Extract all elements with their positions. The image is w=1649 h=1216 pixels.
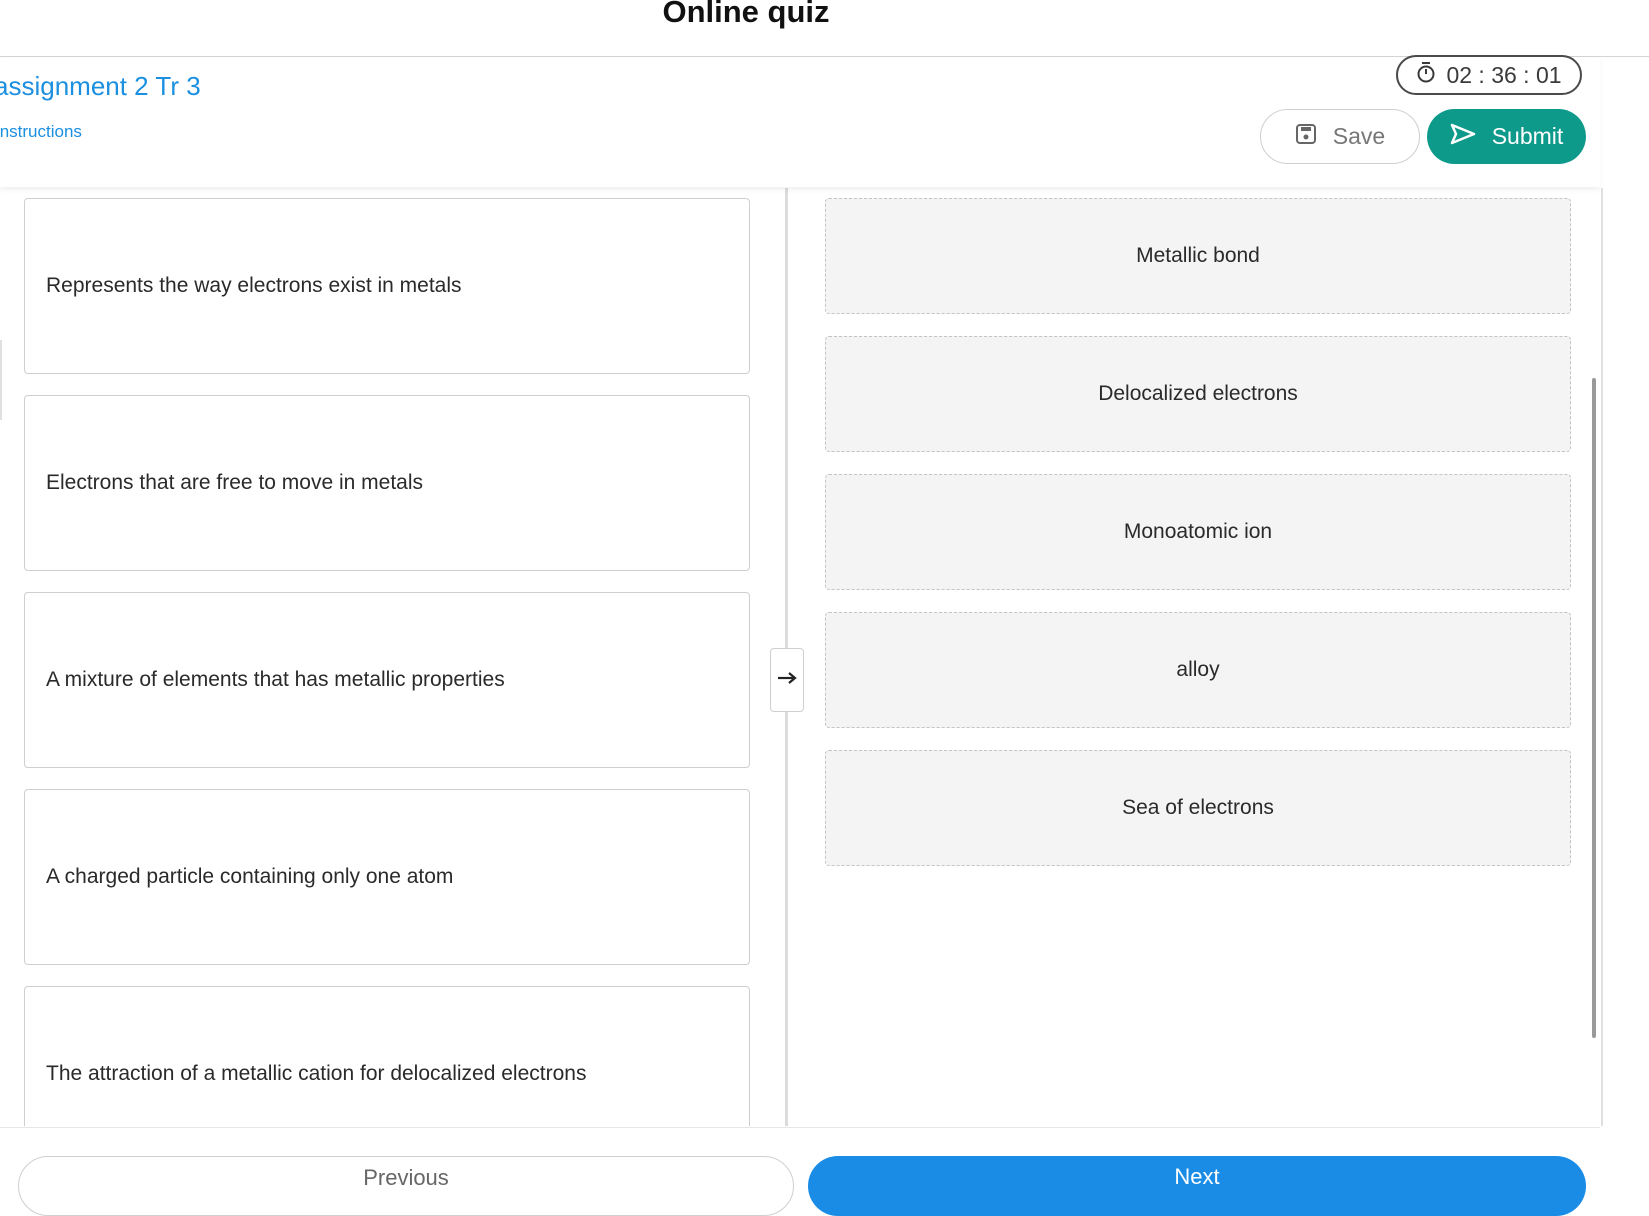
prompt-card[interactable]: Electrons that are free to move in metal… [24,395,750,571]
prompt-text: The attraction of a metallic cation for … [46,1062,587,1085]
prompt-card[interactable]: Represents the way electrons exist in me… [24,198,750,374]
scrollbar[interactable] [1592,378,1596,1038]
prompt-card[interactable]: A mixture of elements that has metallic … [24,592,750,768]
assignment-header: assignment 2 Tr 3 Instructions 02 : 36 :… [0,55,1600,187]
prompt-card[interactable]: The attraction of a metallic cation for … [24,986,750,1126]
answer-text: Sea of electrons [1122,796,1274,819]
prompt-text: A charged particle containing only one a… [46,865,454,888]
arrow-handle[interactable] [770,648,804,712]
app-title-bar: Online quiz [0,0,1649,57]
prompt-text: Electrons that are free to move in metal… [46,471,424,494]
timer-value: 02 : 36 : 01 [1446,61,1562,88]
answer-text: Delocalized electrons [1098,382,1298,405]
answer-text: Monoatomic ion [1123,520,1273,543]
answer-option[interactable]: Metallic bond [825,198,1571,314]
answer-text: Metallic bond [1136,244,1260,267]
send-icon [1450,123,1476,151]
instructions-link[interactable]: Instructions [0,122,82,142]
next-label: Next [1174,1164,1220,1189]
answer-option[interactable]: alloy [825,612,1571,728]
footer-nav: Previous Next [0,1127,1600,1216]
submit-label: Submit [1491,123,1564,149]
prompt-card[interactable]: A charged particle containing only one a… [24,789,750,965]
timer-badge: 02 : 36 : 01 [1396,55,1582,95]
answer-option[interactable]: Sea of electrons [825,750,1571,866]
assignment-title: assignment 2 Tr 3 [0,71,201,101]
matching-area: Represents the way electrons exist in me… [2,188,1603,1126]
answer-text: alloy [1176,658,1220,681]
floppy-disk-icon [1295,123,1317,151]
save-button[interactable]: Save [1260,109,1420,164]
next-button[interactable]: Next [808,1156,1586,1216]
app-title: Online quiz [662,0,830,29]
previous-button[interactable]: Previous [18,1156,794,1216]
stopwatch-icon [1416,61,1436,89]
prompt-text: A mixture of elements that has metallic … [46,668,505,691]
submit-button[interactable]: Submit [1427,109,1586,164]
arrow-right-icon [776,671,798,690]
save-label: Save [1332,123,1386,149]
answer-option[interactable]: Monoatomic ion [825,474,1571,590]
answer-option[interactable]: Delocalized electrons [825,336,1571,452]
prompt-text: Represents the way electrons exist in me… [46,274,462,297]
